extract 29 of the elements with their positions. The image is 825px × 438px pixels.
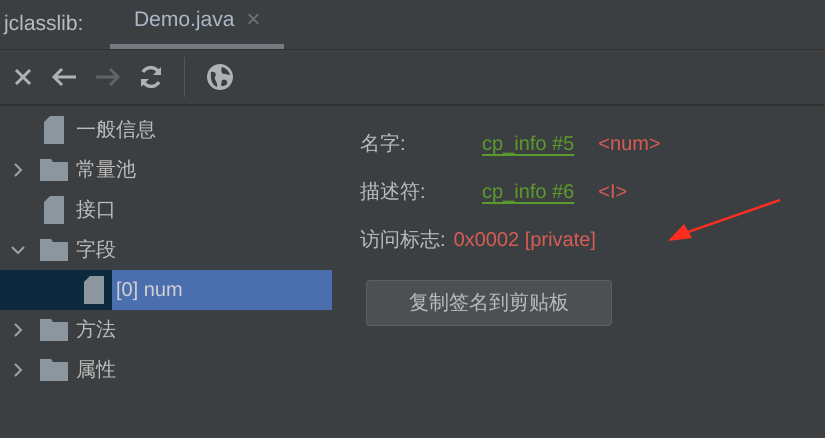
tree-item[interactable]: 一般信息 (72, 110, 156, 150)
tree-item[interactable]: 字段 (72, 230, 116, 270)
tree-item[interactable]: 方法 (72, 310, 116, 350)
cp-info-link[interactable]: cp_info #6 (482, 177, 574, 207)
globe-icon[interactable] (205, 62, 235, 92)
field-value: 0x0002 [private] (454, 228, 596, 253)
file-tab[interactable]: Demo.java × (110, 0, 284, 49)
cp-info-link[interactable]: cp_info #5 (482, 129, 574, 159)
file-icon (84, 276, 104, 304)
folder-icon (40, 359, 68, 381)
file-icon (44, 116, 64, 144)
tree-item[interactable]: [0] num (112, 270, 332, 310)
field-value: <I> (598, 180, 628, 205)
field-label: 访问标志: (360, 228, 447, 253)
folder-icon (40, 319, 68, 341)
refresh-icon[interactable] (138, 64, 164, 90)
copy-signature-button[interactable]: 复制签名到剪贴板 (366, 280, 612, 326)
back-arrow-icon[interactable] (50, 66, 78, 88)
tree-item[interactable]: 常量池 (72, 150, 136, 190)
field-value: <num> (598, 132, 661, 157)
close-icon[interactable] (12, 66, 34, 88)
panel-title: jclasslib: (2, 10, 84, 36)
tree-item[interactable]: 属性 (72, 350, 116, 390)
tree-item[interactable]: 接口 (72, 190, 116, 230)
file-icon (44, 196, 64, 224)
field-label: 描述符: (360, 180, 427, 205)
field-label: 名字: (360, 132, 407, 157)
folder-icon (40, 159, 68, 181)
folder-icon (40, 239, 68, 261)
